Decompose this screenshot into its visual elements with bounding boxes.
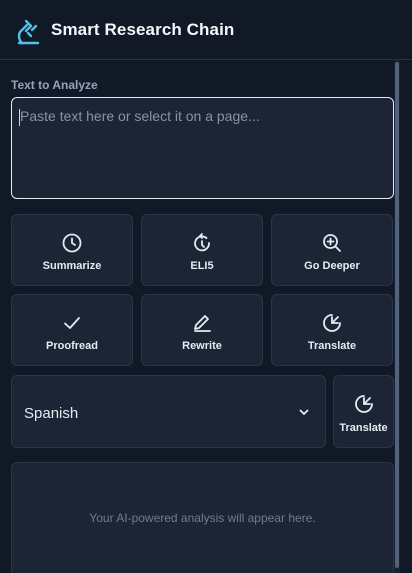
microscope-icon — [14, 18, 42, 46]
translate-grid-label: Translate — [307, 340, 357, 352]
translate-grid-button[interactable]: Translate — [271, 294, 393, 366]
text-caret — [19, 109, 20, 126]
pencil-icon — [191, 312, 213, 334]
language-select-value: Spanish — [24, 405, 79, 422]
refresh-icon — [191, 232, 213, 254]
language-select[interactable]: Spanish — [11, 375, 326, 448]
input-label: Text to Analyze — [11, 78, 98, 92]
scrollbar[interactable] — [394, 60, 400, 573]
analysis-output: Your AI-powered analysis will appear her… — [11, 462, 394, 573]
eli5-button[interactable]: ELI5 — [141, 214, 263, 286]
app-window: Smart Research Chain Text to Analyze Sum… — [0, 0, 412, 573]
eli5-label: ELI5 — [190, 260, 214, 272]
output-placeholder: Your AI-powered analysis will appear her… — [89, 511, 316, 525]
zoom-in-icon — [321, 232, 343, 254]
header: Smart Research Chain — [0, 0, 412, 60]
translate-button-label: Translate — [339, 422, 388, 434]
text-to-analyze-input[interactable] — [11, 97, 394, 199]
rewrite-label: Rewrite — [182, 340, 222, 352]
summarize-button[interactable]: Summarize — [11, 214, 133, 286]
scrollbar-thumb[interactable] — [395, 62, 399, 568]
translate-button[interactable]: Translate — [333, 375, 394, 448]
proofread-button[interactable]: Proofread — [11, 294, 133, 366]
check-icon — [61, 312, 83, 334]
chevron-down-icon[interactable] — [298, 406, 310, 418]
go-deeper-button[interactable]: Go Deeper — [271, 214, 393, 286]
go-deeper-label: Go Deeper — [304, 260, 360, 272]
rewrite-button[interactable]: Rewrite — [141, 294, 263, 366]
translate-icon — [321, 312, 343, 334]
summarize-label: Summarize — [42, 260, 102, 272]
proofread-label: Proofread — [46, 340, 98, 352]
translate-icon — [353, 393, 375, 415]
app-title: Smart Research Chain — [51, 20, 235, 39]
clock-icon — [61, 232, 83, 254]
